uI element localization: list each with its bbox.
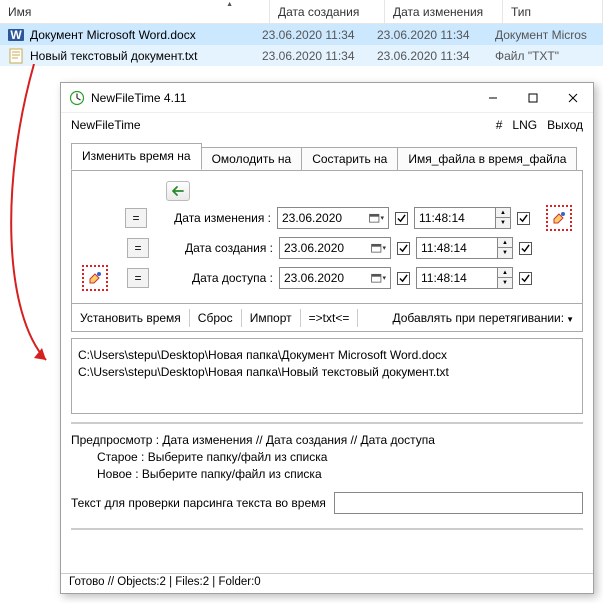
file-name: Документ Microsoft Word.docx <box>30 28 196 42</box>
sort-indicator: ▲ <box>226 1 233 8</box>
col-header-type[interactable]: Тип <box>503 0 603 23</box>
equalize-button[interactable]: = <box>125 208 147 228</box>
preview-old: Старое : Выберите папку/файл из списка <box>71 450 583 464</box>
file-type: Документ Micros <box>495 28 595 42</box>
checkbox-accessed-time[interactable] <box>519 272 532 285</box>
title-bar[interactable]: NewFileTime 4.11 <box>61 83 593 113</box>
maximize-button[interactable] <box>513 83 553 113</box>
preview-block: Предпросмотр : Дата изменения // Дата со… <box>71 430 583 484</box>
preview-new: Новое : Выберите папку/файл из списка <box>71 467 583 481</box>
minimize-button[interactable] <box>473 83 513 113</box>
checkbox-created-time[interactable] <box>519 242 532 255</box>
label-modified: Дата изменения : <box>153 211 271 225</box>
tab-rejuvenate[interactable]: Омолодить на <box>201 147 303 171</box>
checkbox-accessed-date[interactable] <box>397 272 410 285</box>
touch-modified-icon[interactable] <box>546 205 572 231</box>
row-created: = Дата создания : 23.06.2020 ▾ 11:48:14 … <box>82 233 572 263</box>
tab-age[interactable]: Состарить на <box>301 147 398 171</box>
drag-mode-dropdown[interactable]: Добавлять при перетягивании:▼ <box>393 311 575 325</box>
preview-header: Предпросмотр : Дата изменения // Дата со… <box>71 433 583 447</box>
time-modified-input[interactable]: 11:48:14 <box>414 207 496 229</box>
menu-hash[interactable]: # <box>496 118 503 132</box>
checkbox-modified-time[interactable] <box>517 212 530 225</box>
time-spinner[interactable]: ▲▼ <box>498 267 513 289</box>
time-created-input[interactable]: 11:48:14 <box>416 237 498 259</box>
divider <box>71 528 583 530</box>
file-modified: 23.06.2020 11:34 <box>377 28 495 42</box>
menu-exit[interactable]: Выход <box>547 118 583 132</box>
back-button[interactable] <box>166 181 190 201</box>
file-created: 23.06.2020 11:34 <box>262 49 377 63</box>
checkbox-created-date[interactable] <box>397 242 410 255</box>
label-created: Дата создания : <box>155 241 273 255</box>
tab-strip: Изменить время на Омолодить на Состарить… <box>71 143 583 170</box>
file-row[interactable]: Новый текстовый документ.txt 23.06.2020 … <box>0 45 603 66</box>
calendar-dropdown-icon[interactable]: ▾ <box>370 270 386 286</box>
file-paths-list[interactable]: C:\Users\stepu\Desktop\Новая папка\Докум… <box>71 338 583 414</box>
parsing-label: Текст для проверки парсинга текста во вр… <box>71 496 326 510</box>
col-header-created[interactable]: Дата создания <box>270 0 385 23</box>
date-created-input[interactable]: 23.06.2020 ▾ <box>279 237 391 259</box>
equalize-button[interactable]: = <box>127 268 149 288</box>
col-header-modified[interactable]: Дата изменения <box>385 0 503 23</box>
label-accessed: Дата доступа : <box>155 271 273 285</box>
reset-button[interactable]: Сброс <box>198 311 233 325</box>
file-created: 23.06.2020 11:34 <box>262 28 377 42</box>
file-name: Новый текстовый документ.txt <box>30 49 198 63</box>
app-icon <box>69 90 85 106</box>
menu-app[interactable]: NewFileTime <box>71 118 141 132</box>
calendar-dropdown-icon[interactable]: ▾ <box>370 240 386 256</box>
path-item[interactable]: C:\Users\stepu\Desktop\Новая папка\Новый… <box>78 364 576 381</box>
tab-change-time[interactable]: Изменить время на <box>71 143 202 170</box>
status-bar: Готово // Objects:2 | Files:2 | Folder:0 <box>61 573 593 593</box>
touch-all-icon[interactable] <box>82 265 108 291</box>
word-document-icon: W <box>8 27 24 43</box>
menu-lng[interactable]: LNG <box>512 118 537 132</box>
calendar-dropdown-icon[interactable]: ▾ <box>368 210 384 226</box>
path-item[interactable]: C:\Users\stepu\Desktop\Новая папка\Докум… <box>78 347 576 364</box>
checkbox-modified-date[interactable] <box>395 212 408 225</box>
tab-filename-to-time[interactable]: Имя_файла в время_файла <box>397 147 577 171</box>
date-modified-input[interactable]: 23.06.2020 ▾ <box>277 207 389 229</box>
annotation-arrow <box>4 64 64 374</box>
time-accessed-input[interactable]: 11:48:14 <box>416 267 498 289</box>
tab-body: = Дата изменения : 23.06.2020 ▾ 11:48:14… <box>71 170 583 304</box>
row-modified: = Дата изменения : 23.06.2020 ▾ 11:48:14… <box>82 203 572 233</box>
import-button[interactable]: Импорт <box>250 311 292 325</box>
app-window: NewFileTime 4.11 NewFileTime # LNG Выход… <box>60 82 594 594</box>
time-spinner[interactable]: ▲▼ <box>496 207 511 229</box>
divider <box>71 422 583 424</box>
parsing-row: Текст для проверки парсинга текста во вр… <box>71 492 583 514</box>
file-list-body: W Документ Microsoft Word.docx 23.06.202… <box>0 24 603 66</box>
time-spinner[interactable]: ▲▼ <box>498 237 513 259</box>
text-document-icon <box>8 48 24 64</box>
close-button[interactable] <box>553 83 593 113</box>
col-header-name[interactable]: Имя▲ <box>0 0 270 23</box>
file-type: Файл "TXT" <box>495 49 595 63</box>
set-time-button[interactable]: Установить время <box>80 311 181 325</box>
export-txt-button[interactable]: =>txt<= <box>309 311 350 325</box>
menu-bar: NewFileTime # LNG Выход <box>61 113 593 137</box>
row-accessed: = Дата доступа : 23.06.2020 ▾ 11:48:14 ▲… <box>82 263 572 293</box>
parsing-input[interactable] <box>334 492 583 514</box>
svg-text:W: W <box>10 28 22 42</box>
file-list-header: Имя▲ Дата создания Дата изменения Тип <box>0 0 603 24</box>
equalize-button[interactable]: = <box>127 238 149 258</box>
window-title: NewFileTime 4.11 <box>91 91 473 105</box>
action-bar: Установить время Сброс Импорт =>txt<= До… <box>71 304 583 332</box>
date-accessed-input[interactable]: 23.06.2020 ▾ <box>279 267 391 289</box>
file-row[interactable]: W Документ Microsoft Word.docx 23.06.202… <box>0 24 603 45</box>
file-modified: 23.06.2020 11:34 <box>377 49 495 63</box>
